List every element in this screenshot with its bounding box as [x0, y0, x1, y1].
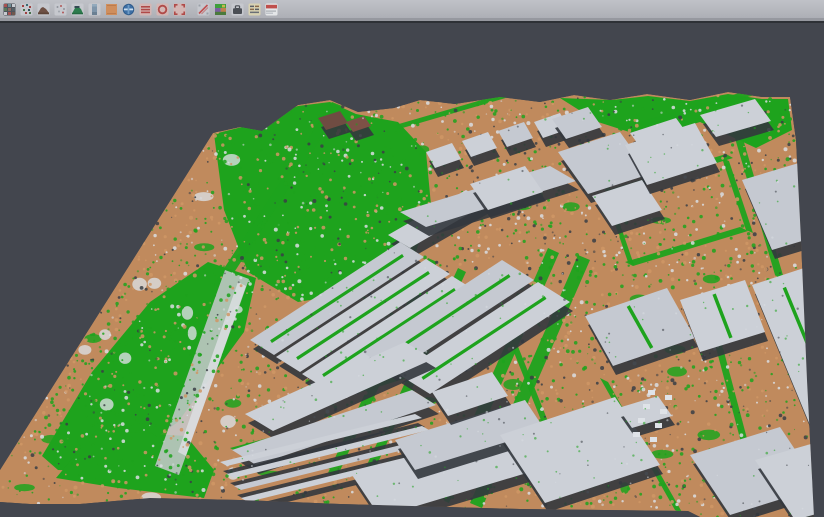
- small-structure: [643, 404, 650, 409]
- dem-mound-icon[interactable]: [36, 2, 51, 17]
- small-structure: [660, 409, 667, 414]
- classified-points-icon-glyph: [20, 3, 33, 16]
- small-structure: [650, 437, 657, 442]
- selection-bounds-icon-glyph: [173, 3, 186, 16]
- red-ring-icon[interactable]: [155, 2, 170, 17]
- vegetation-mound-icon[interactable]: [70, 2, 85, 17]
- profile-column-icon[interactable]: [87, 2, 102, 17]
- ortho-orange-icon[interactable]: [104, 2, 119, 17]
- point-cloud-scene: [0, 23, 824, 517]
- small-structure: [655, 423, 662, 428]
- application-window: [0, 0, 824, 517]
- classification-colors-icon[interactable]: [213, 2, 228, 17]
- selection-bounds-icon[interactable]: [172, 2, 187, 17]
- camera-lock-icon-glyph: [231, 3, 244, 16]
- dem-mound-icon-glyph: [37, 3, 50, 16]
- red-ring-icon-glyph: [156, 3, 169, 16]
- table-notes-icon[interactable]: [247, 2, 262, 17]
- clip-cross-icon-glyph: [197, 3, 210, 16]
- red-list-icon-glyph: [139, 3, 152, 16]
- small-structure: [665, 395, 672, 400]
- sparse-points-icon-glyph: [54, 3, 67, 16]
- red-list-icon[interactable]: [138, 2, 153, 17]
- ortho-orange-icon-glyph: [105, 3, 118, 16]
- pixel-grid-icon[interactable]: [2, 2, 17, 17]
- sparse-points-icon[interactable]: [53, 2, 68, 17]
- camera-lock-icon[interactable]: [230, 2, 245, 17]
- table-notes-icon-glyph: [248, 3, 261, 16]
- vegetation-mound-icon-glyph: [71, 3, 84, 16]
- viewport-3d[interactable]: [0, 23, 824, 517]
- toolbar: [0, 0, 824, 18]
- section-bar-icon[interactable]: [264, 2, 279, 17]
- section-bar-icon-glyph: [265, 3, 278, 16]
- clip-cross-icon[interactable]: [196, 2, 211, 17]
- globe-icon[interactable]: [121, 2, 136, 17]
- small-structure: [648, 390, 655, 395]
- globe-icon-glyph: [122, 3, 135, 16]
- classification-colors-icon-glyph: [214, 3, 227, 16]
- pixel-grid-icon-glyph: [3, 3, 16, 16]
- profile-column-icon-glyph: [88, 3, 101, 16]
- point-cloud: [0, 76, 824, 517]
- classified-points-icon[interactable]: [19, 2, 34, 17]
